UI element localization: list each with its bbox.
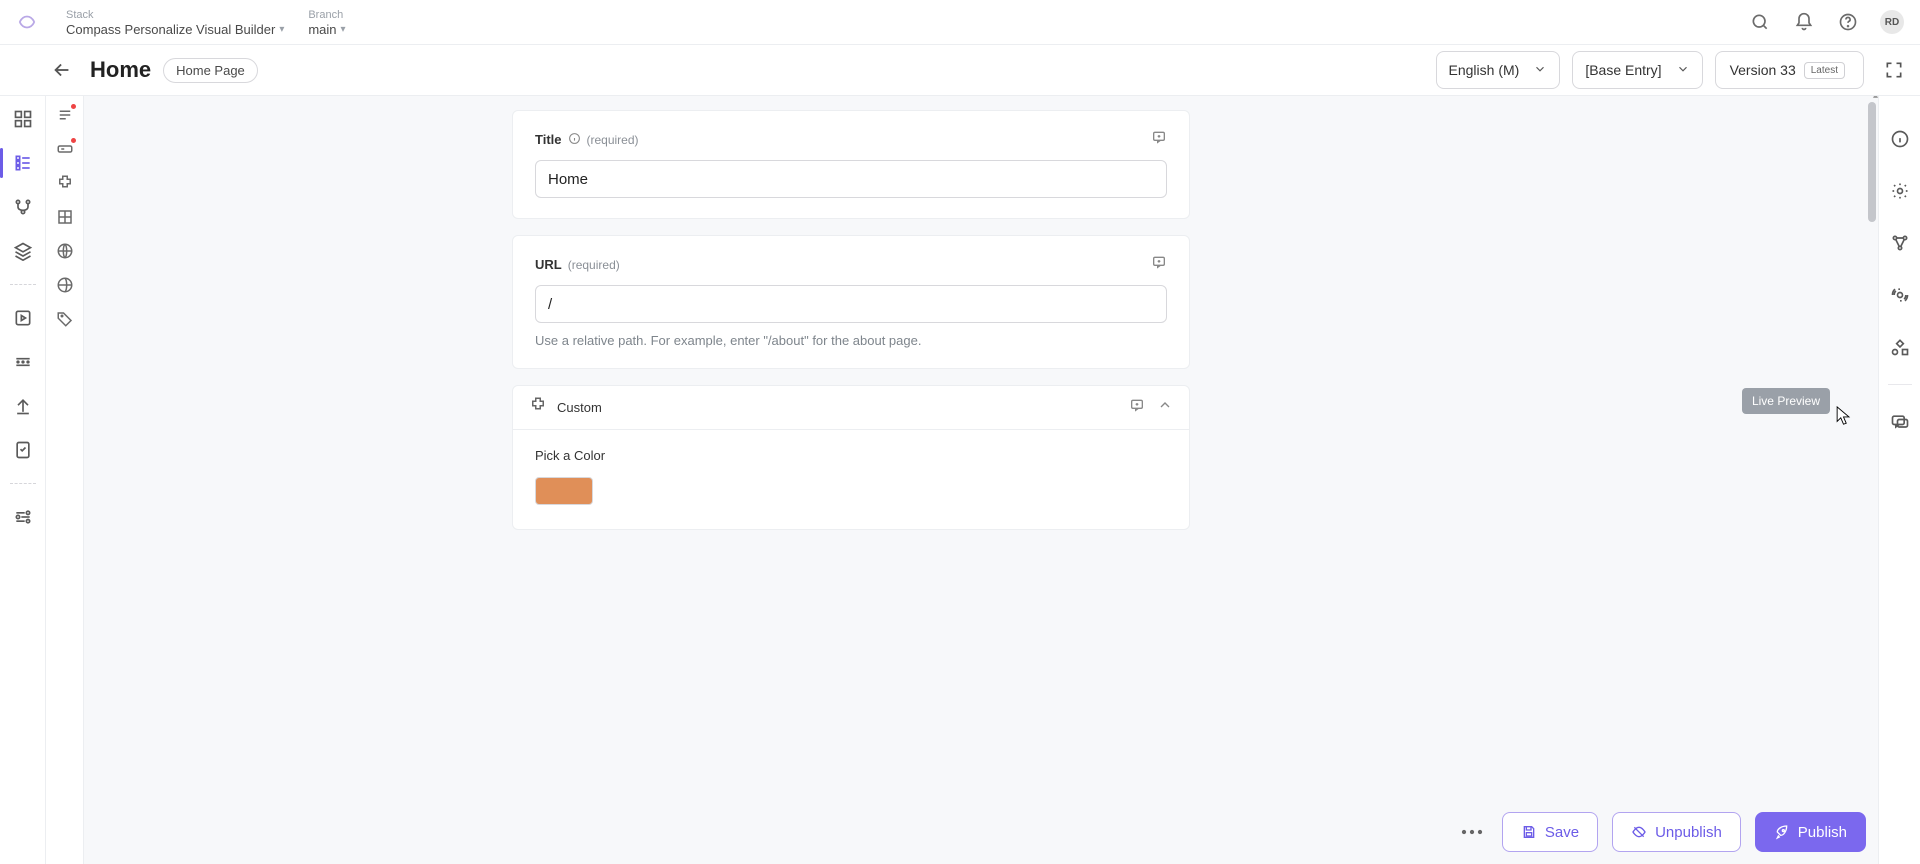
- custom-group-header[interactable]: Custom: [513, 386, 1189, 430]
- scroll-up-icon[interactable]: ▴: [1873, 96, 1878, 101]
- stack-label: Stack: [66, 8, 284, 22]
- field-globe-icon[interactable]: [52, 238, 78, 264]
- fullscreen-button[interactable]: [1876, 52, 1912, 88]
- custom-group: Custom Pick a Color: [512, 385, 1190, 530]
- caret-down-icon: ▾: [341, 24, 346, 35]
- latest-chip: Latest: [1804, 62, 1845, 79]
- field-extension-icon[interactable]: [52, 170, 78, 196]
- unpublish-label: Unpublish: [1655, 824, 1722, 841]
- publish-button[interactable]: Publish: [1755, 812, 1866, 852]
- components-panel-icon[interactable]: [1885, 332, 1915, 362]
- branch-label: Branch: [308, 8, 345, 22]
- footer-actions: Save Unpublish Publish: [1456, 812, 1866, 852]
- topbar: Stack Compass Personalize Visual Builder…: [0, 0, 1920, 45]
- required-dot-icon: [71, 104, 76, 109]
- title-label: Title: [535, 132, 562, 147]
- url-hint: Use a relative path. For example, enter …: [535, 333, 1167, 348]
- nav-separator: [10, 284, 36, 285]
- stack-selector[interactable]: Stack Compass Personalize Visual Builder…: [66, 8, 284, 37]
- main-canvas: ▴ Title (required): [84, 96, 1878, 864]
- nav-releases[interactable]: [6, 345, 40, 379]
- chevron-up-icon[interactable]: [1157, 397, 1173, 418]
- cursor-icon: [1836, 406, 1851, 426]
- language-value: English (M): [1449, 62, 1520, 78]
- back-button[interactable]: [46, 54, 78, 86]
- branch-selector[interactable]: Branch main ▾: [308, 8, 345, 37]
- color-label: Pick a Color: [535, 448, 1167, 463]
- live-preview-icon[interactable]: [1885, 280, 1915, 310]
- color-swatch[interactable]: [535, 477, 593, 505]
- base-entry-selector[interactable]: [Base Entry]: [1572, 51, 1702, 89]
- caret-down-icon: ▾: [279, 24, 284, 35]
- form-panel: Title (required) URL (requi: [512, 110, 1190, 530]
- nav-branches[interactable]: [6, 190, 40, 224]
- field-text-icon[interactable]: [52, 102, 78, 128]
- stack-value: Compass Personalize Visual Builder: [66, 22, 275, 37]
- title-field-card: Title (required): [512, 110, 1190, 219]
- help-icon[interactable]: [1832, 6, 1864, 38]
- left-nav: [0, 96, 46, 864]
- field-grid-icon[interactable]: [52, 204, 78, 230]
- live-preview-tooltip: Live Preview: [1742, 388, 1830, 414]
- comment-icon[interactable]: [1151, 129, 1167, 150]
- version-value: Version 33: [1730, 62, 1796, 78]
- notifications-icon[interactable]: [1788, 6, 1820, 38]
- publish-label: Publish: [1798, 824, 1847, 841]
- topbar-actions: RD: [1744, 6, 1904, 38]
- chevron-down-icon: [1533, 62, 1547, 79]
- language-selector[interactable]: English (M): [1436, 51, 1561, 89]
- nav-settings[interactable]: [6, 500, 40, 534]
- rail-separator: [1888, 384, 1912, 385]
- comment-icon[interactable]: [1151, 254, 1167, 275]
- search-icon[interactable]: [1744, 6, 1776, 38]
- right-rail: [1878, 96, 1920, 864]
- page-header: Home Home Page English (M) [Base Entry] …: [0, 45, 1920, 96]
- title-required: (required): [587, 133, 639, 147]
- required-dot-icon: [71, 138, 76, 143]
- version-selector[interactable]: Version 33 Latest: [1715, 51, 1864, 89]
- info-panel-icon[interactable]: [1885, 124, 1915, 154]
- nav-entries[interactable]: [6, 146, 40, 180]
- base-entry-value: [Base Entry]: [1585, 62, 1661, 78]
- nav-layers[interactable]: [6, 234, 40, 268]
- nav-tasks[interactable]: [6, 433, 40, 467]
- url-field-card: URL (required) Use a relative path. For …: [512, 235, 1190, 369]
- workflow-panel-icon[interactable]: [1885, 228, 1915, 258]
- avatar[interactable]: RD: [1880, 10, 1904, 34]
- nav-deploy[interactable]: [6, 389, 40, 423]
- content-type-badge[interactable]: Home Page: [163, 58, 258, 83]
- title-input[interactable]: [535, 160, 1167, 198]
- settings-panel-icon[interactable]: [1885, 176, 1915, 206]
- nav-separator: [10, 483, 36, 484]
- url-input[interactable]: [535, 285, 1167, 323]
- nav-automation[interactable]: [6, 301, 40, 335]
- save-button[interactable]: Save: [1502, 812, 1598, 852]
- field-input-icon[interactable]: [52, 136, 78, 162]
- brand-logo[interactable]: [12, 7, 42, 37]
- field-tag-icon[interactable]: [52, 306, 78, 332]
- custom-group-title: Custom: [557, 400, 602, 415]
- branch-value: main: [308, 22, 336, 37]
- unpublish-button[interactable]: Unpublish: [1612, 812, 1741, 852]
- nav-dashboard[interactable]: [6, 102, 40, 136]
- field-globe-2-icon[interactable]: [52, 272, 78, 298]
- chevron-down-icon: [1676, 62, 1690, 79]
- more-button[interactable]: [1456, 816, 1488, 848]
- extension-icon: [529, 396, 547, 419]
- comments-panel-icon[interactable]: [1885, 407, 1915, 437]
- url-label: URL: [535, 257, 562, 272]
- page-title: Home: [90, 57, 151, 83]
- fields-tray: [46, 96, 84, 864]
- save-label: Save: [1545, 824, 1579, 841]
- scrollbar-thumb[interactable]: [1868, 102, 1876, 222]
- info-icon[interactable]: [568, 132, 581, 148]
- url-required: (required): [568, 258, 620, 272]
- add-comment-icon[interactable]: [1129, 397, 1145, 418]
